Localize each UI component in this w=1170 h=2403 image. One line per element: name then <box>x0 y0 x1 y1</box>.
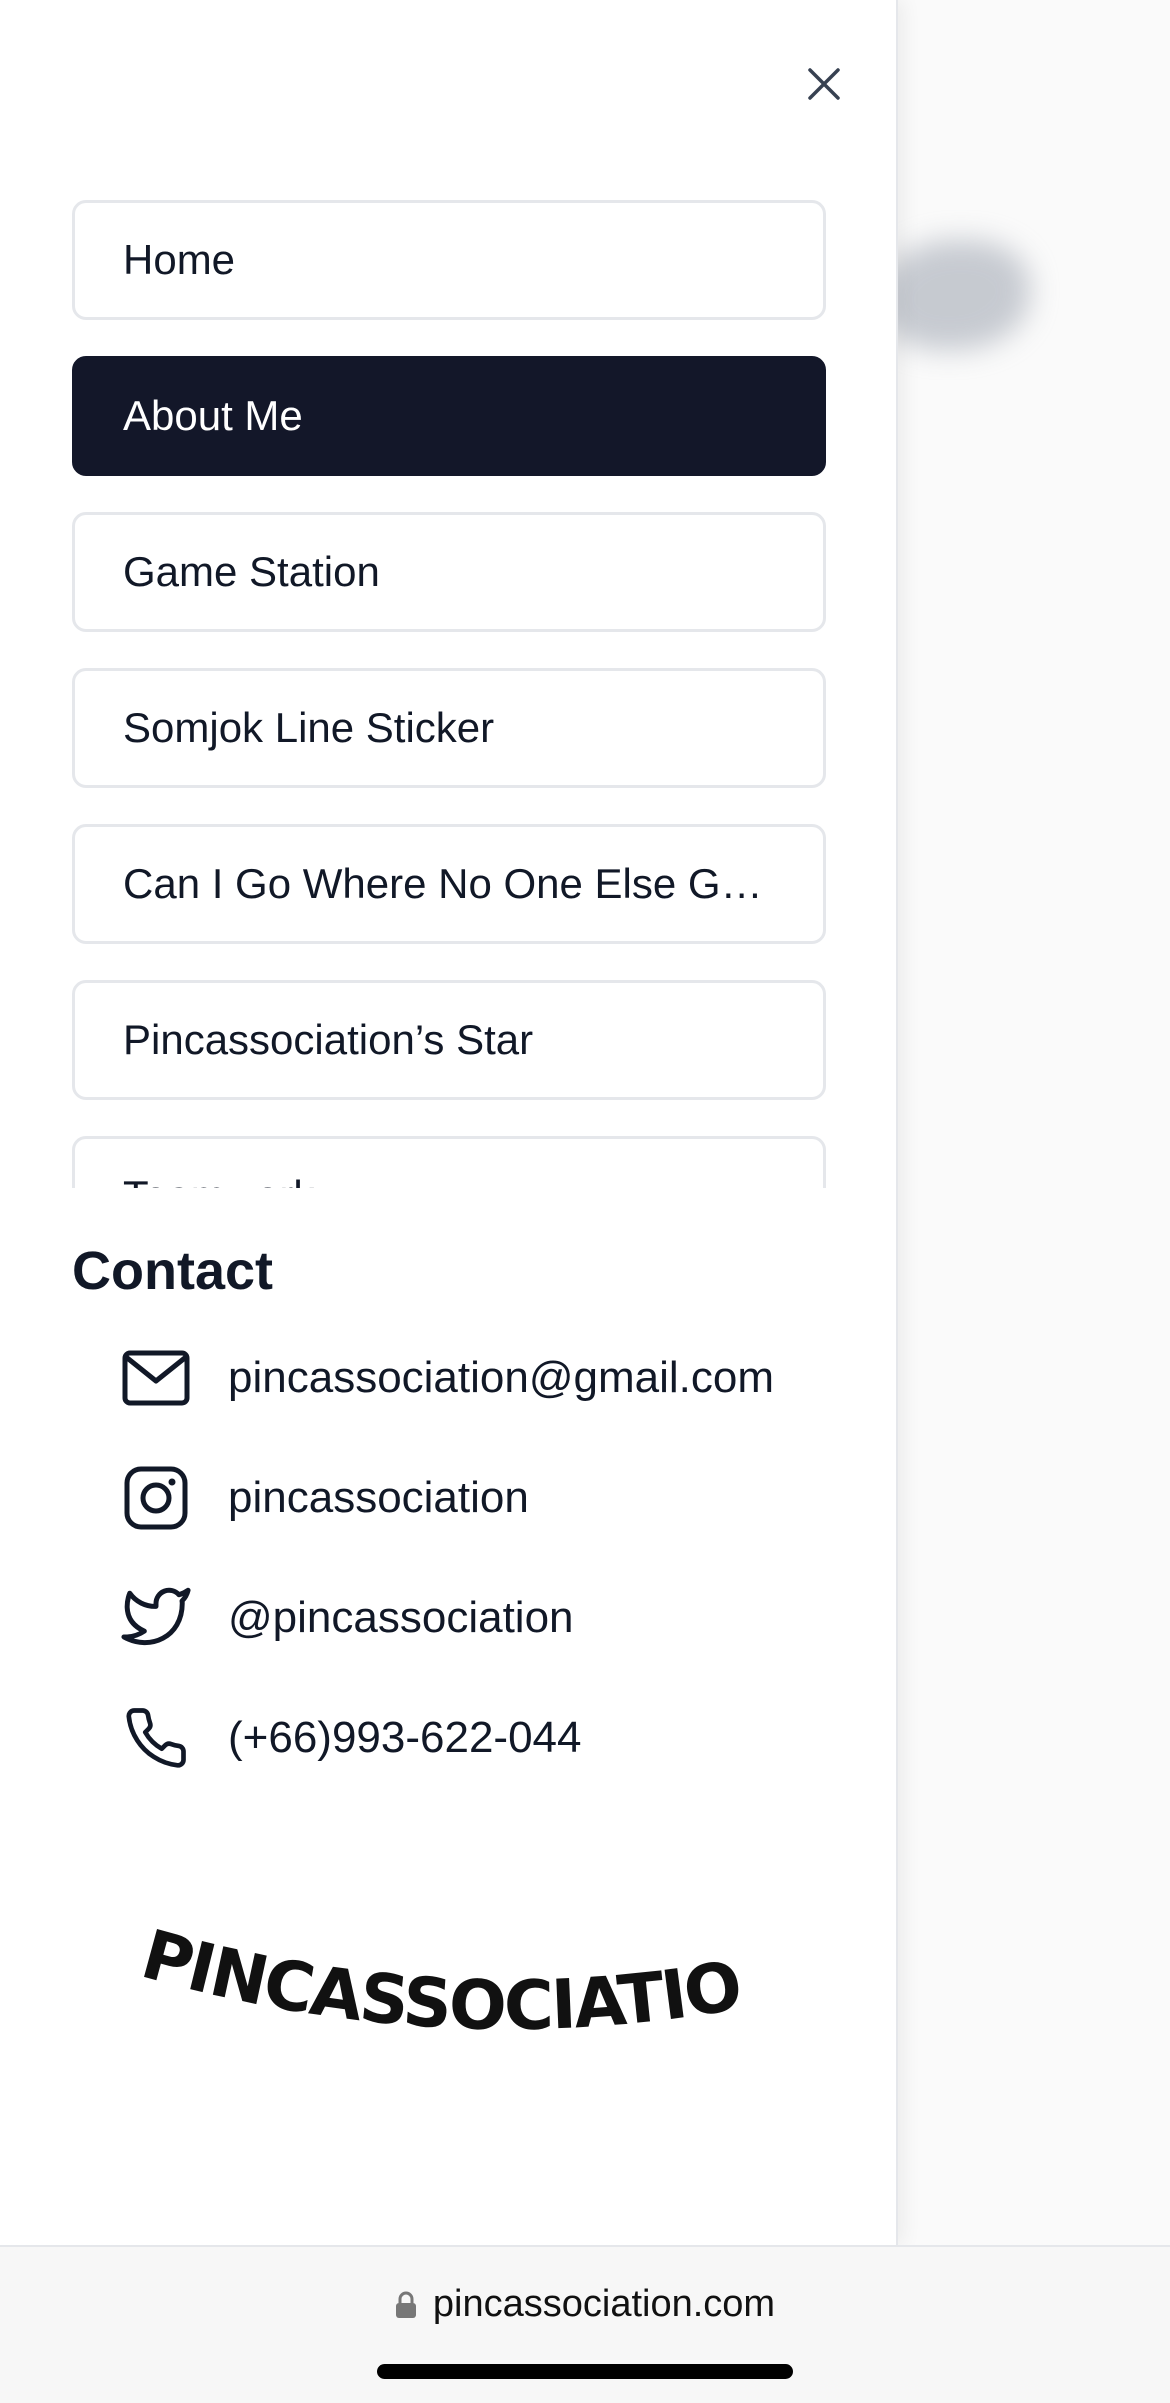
nav-item-label: Teamwork <box>123 1172 314 1188</box>
background-blurred-graphic <box>880 240 1030 350</box>
contact-heading: Contact <box>72 1241 273 1301</box>
logo-text: PINCASSOCIATION <box>128 1915 748 2046</box>
svg-text:PINCASSOCIATION: PINCASSOCIATION <box>128 1915 746 2046</box>
contact-twitter-link[interactable]: @pincassociation <box>120 1578 780 1658</box>
nav-item-game-station[interactable]: Game Station <box>72 512 826 632</box>
mail-icon <box>120 1342 192 1414</box>
nav-item-label: Game Station <box>123 548 380 595</box>
nav-item-can-i-go-where[interactable]: Can I Go Where No One Else Goes <box>72 824 826 944</box>
nav-item-label: Pincassociation’s Star <box>123 1016 534 1063</box>
nav-item-about-me[interactable]: About Me <box>72 356 826 476</box>
home-indicator[interactable] <box>377 2364 793 2379</box>
browser-bottom-bar: pincassociation.com <box>0 2245 1170 2403</box>
close-icon <box>808 68 840 100</box>
url-text: pincassociation.com <box>432 2283 776 2325</box>
nav-item-label: Somjok Line Sticker <box>123 704 495 751</box>
nav-item-pincassociations-star[interactable]: Pincassociation’s Star <box>72 980 826 1100</box>
contact-instagram-link[interactable]: pincassociation <box>120 1458 780 1538</box>
close-button[interactable] <box>796 56 852 112</box>
address-bar[interactable]: pincassociation.com <box>0 2283 1170 2326</box>
contact-phone-text: (+66)993-622-044 <box>228 1713 582 1762</box>
contact-instagram-text: pincassociation <box>228 1473 529 1522</box>
lock-icon <box>395 2291 416 2318</box>
contact-email-link[interactable]: pincassociation@gmail.com <box>120 1338 780 1418</box>
nav-item-teamwork[interactable]: Teamwork <box>72 1136 826 1188</box>
nav-item-somjok-line-sticker[interactable]: Somjok Line Sticker <box>72 668 826 788</box>
pincassociation-logo: PINCASSOCIATION <box>128 1915 748 2046</box>
phone-icon <box>120 1702 192 1774</box>
contact-phone-link[interactable]: (+66)993-622-044 <box>120 1698 780 1778</box>
instagram-icon <box>120 1462 192 1534</box>
nav-list[interactable]: Home About Me Game Station Somjok Line S… <box>72 200 826 1188</box>
contact-email-text: pincassociation@gmail.com <box>228 1353 775 1402</box>
nav-drawer: Home About Me Game Station Somjok Line S… <box>0 0 898 2245</box>
nav-item-label: Home <box>123 236 236 283</box>
twitter-icon <box>120 1582 192 1654</box>
nav-item-home[interactable]: Home <box>72 200 826 320</box>
contact-twitter-text: @pincassociation <box>228 1593 574 1642</box>
nav-item-label: About Me <box>123 392 303 439</box>
nav-item-label: Can I Go Where No One Else Goes <box>123 860 775 907</box>
